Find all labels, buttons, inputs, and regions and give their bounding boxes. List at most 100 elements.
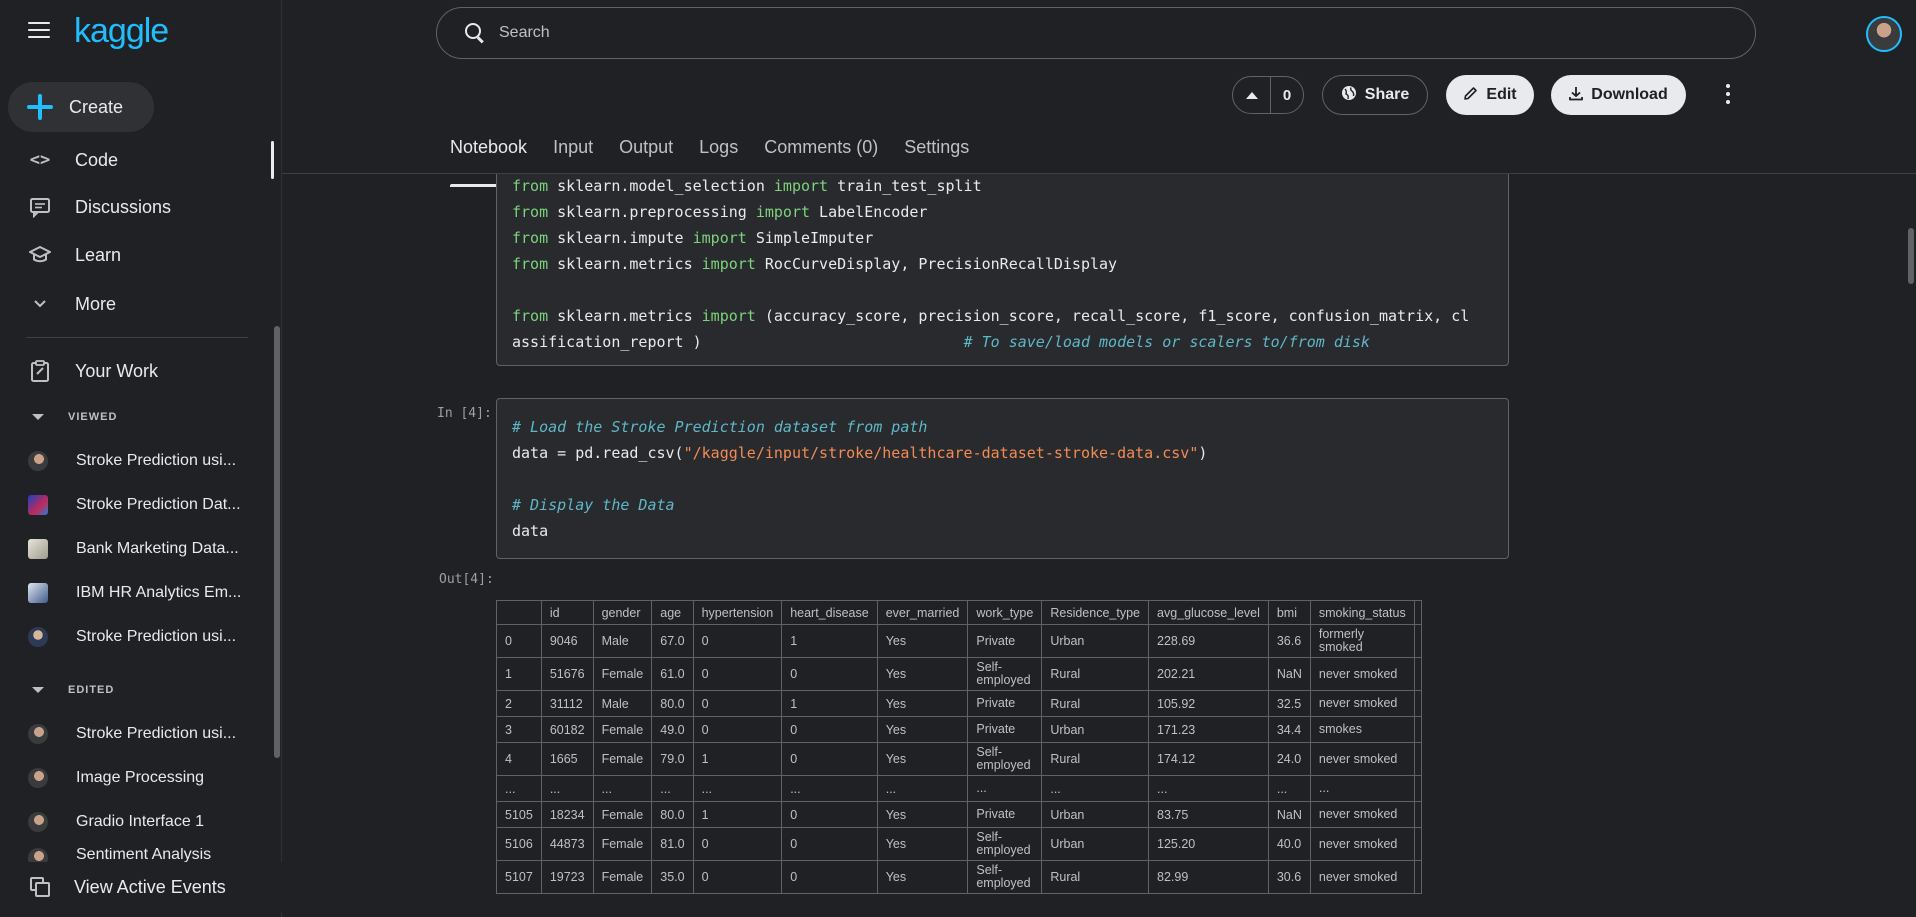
table-cell: ... (1148, 775, 1269, 802)
table-cell: Private (967, 690, 1043, 717)
code-icon: <> (29, 150, 51, 170)
code-comment: # Load the Stroke Prediction dataset fro… (512, 418, 928, 436)
notebook-avatar-icon (28, 724, 48, 744)
table-cell: 0 (692, 716, 783, 743)
notebook-avatar-icon (28, 768, 48, 788)
code-line: data = pd.read_csv("/kaggle/input/stroke… (512, 444, 1208, 462)
table-cell: never smoked (1309, 742, 1415, 776)
table-cell: 49.0 (651, 716, 694, 743)
table-cell: 83.75 (1148, 801, 1269, 828)
sidebar-item-label: Discussions (75, 196, 172, 217)
table-cell: ... (1309, 775, 1415, 802)
table-cell: Male (592, 624, 653, 658)
table-cell: Self-employed (967, 827, 1043, 861)
table-cell-overflow (1413, 827, 1422, 861)
caret-down-icon (32, 414, 44, 420)
table-cell: never smoked (1309, 827, 1415, 861)
recent-item[interactable]: Gradio Interface 1 (0, 804, 282, 840)
table-cell-overflow (1413, 716, 1422, 743)
edited-section-toggle[interactable]: EDITED (0, 678, 114, 702)
table-cell-overflow (1413, 624, 1422, 658)
table-cell: 0 (692, 827, 783, 861)
sidebar-item-code[interactable]: <> Code (0, 137, 282, 183)
recent-item[interactable]: Stroke Prediction Dat... (0, 487, 282, 523)
table-cell: Yes (876, 827, 969, 861)
table-cell: ... (540, 775, 594, 802)
code-cell[interactable]: # Load the Stroke Prediction dataset fro… (496, 398, 1509, 559)
kaggle-logo[interactable]: kaggle (74, 12, 169, 51)
tab-input[interactable]: Input (553, 133, 593, 175)
tab-settings[interactable]: Settings (904, 133, 969, 175)
table-cell: 18234 (540, 801, 594, 828)
code-cell[interactable]: from sklearn.model_selection import trai… (496, 174, 1509, 366)
sidebar-item-learn[interactable]: Learn (0, 232, 282, 278)
tab-comments[interactable]: Comments (0) (764, 133, 878, 175)
sidebar-item-more[interactable]: More (0, 281, 282, 327)
table-cell: Yes (876, 716, 969, 743)
content-scrollbar[interactable] (1908, 228, 1914, 284)
view-active-events-button[interactable]: View Active Events (0, 862, 282, 912)
table-cell: NaN (1267, 657, 1311, 691)
table-cell: 19723 (540, 860, 594, 894)
recent-item[interactable]: Sentiment Analysis (0, 848, 282, 862)
create-button[interactable]: Create (8, 82, 154, 132)
recent-item[interactable]: Image Processing (0, 760, 282, 796)
recent-item[interactable]: Bank Marketing Data... (0, 531, 282, 567)
recent-item[interactable]: Stroke Prediction usi... (0, 716, 282, 752)
search-input[interactable] (499, 24, 1699, 42)
column-header: id (540, 600, 594, 625)
recent-item[interactable]: IBM HR Analytics Em... (0, 575, 282, 611)
table-cell: 31112 (540, 690, 594, 717)
recent-item-label: Sentiment Analysis (76, 848, 212, 862)
tab-notebook[interactable]: Notebook (450, 133, 528, 187)
download-button[interactable]: Download (1551, 75, 1686, 115)
notebook-avatar-icon (28, 451, 48, 471)
more-options-icon[interactable] (1726, 84, 1732, 106)
table-cell-overflow (1413, 860, 1422, 894)
viewed-section-toggle[interactable]: VIEWED (0, 405, 117, 429)
column-header: bmi (1267, 600, 1311, 625)
sidebar-item-label: Your Work (75, 360, 159, 381)
user-avatar[interactable] (1866, 16, 1902, 52)
notebook-content: from sklearn.model_selection import trai… (282, 174, 1916, 917)
sidebar-scrollbar[interactable] (274, 326, 280, 758)
share-label: Share (1364, 86, 1410, 103)
table-header-row: id gender age hypertension heart_disease ever… (496, 600, 1422, 625)
table-row: 1 51676 Female 61.0 0 0 Yes Self-employed Rural 2… (496, 657, 1422, 691)
table-cell: 9046 (540, 624, 594, 658)
recent-item[interactable]: Stroke Prediction usi... (0, 443, 282, 479)
table-cell: 24.0 (1267, 742, 1311, 776)
share-button[interactable]: Share (1322, 75, 1428, 115)
sidebar-item-your-work[interactable]: Your Work (0, 348, 282, 394)
table-cell-overflow (1413, 690, 1422, 717)
column-header: Residence_type (1041, 600, 1149, 625)
sidebar-item-discussions[interactable]: Discussions (0, 184, 282, 230)
recent-item[interactable]: Stroke Prediction usi... (0, 619, 282, 655)
column-header: avg_glucose_level (1148, 600, 1269, 625)
viewed-header: VIEWED (68, 411, 118, 423)
sidebar: kaggle Create <> Code Discussions Learn … (0, 0, 282, 917)
view-active-events-label: View Active Events (74, 876, 226, 897)
table-cell: Self-employed (967, 860, 1043, 894)
upvote-control[interactable]: 0 (1232, 76, 1304, 114)
dataset-thumbnail-icon (28, 539, 48, 559)
learn-icon (27, 242, 53, 268)
table-cell: 171.23 (1148, 716, 1269, 743)
tab-output[interactable]: Output (619, 133, 673, 175)
search-bar[interactable] (436, 7, 1756, 59)
tab-logs[interactable]: Logs (699, 133, 738, 175)
events-icon (28, 875, 52, 899)
menu-icon[interactable] (28, 22, 50, 40)
sidebar-divider (26, 337, 248, 338)
recent-item-label: Gradio Interface 1 (76, 813, 205, 830)
table-cell: Rural (1041, 860, 1149, 894)
table-cell: 125.20 (1148, 827, 1269, 861)
table-row: 4 1665 Female 79.0 1 0 Yes Self-employed Rural 17… (496, 742, 1422, 776)
edited-header: EDITED (68, 684, 115, 696)
table-row: 5106 44873 Female 81.0 0 0 Yes Self-employed Urb… (496, 827, 1422, 861)
edit-button[interactable]: Edit (1446, 75, 1534, 115)
upvote-arrow-icon[interactable] (1233, 77, 1271, 113)
table-cell: 2 (496, 690, 542, 717)
table-cell: 0 (692, 690, 783, 717)
